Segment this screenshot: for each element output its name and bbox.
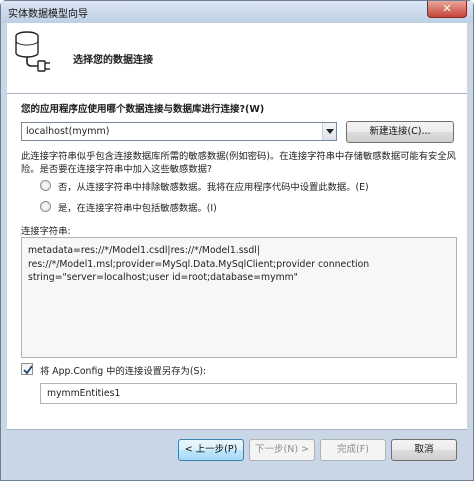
close-icon: ✕ [442, 2, 452, 15]
next-button[interactable]: 下一步(N) > [249, 439, 315, 461]
connection-string-text: metadata=res://*/Model1.csdl|res://*/Mod… [28, 244, 450, 285]
radio-exclude-label: 否，从连接字符串中排除敏感数据。我将在应用程序代码中设置此数据。(E) [58, 182, 369, 193]
cancel-button[interactable]: 取消 [391, 439, 457, 461]
connection-string-label: 连接字符串: [21, 226, 71, 237]
database-plug-icon [13, 29, 53, 73]
wizard-header: 选择您的数据连接 [7, 23, 467, 93]
back-button[interactable]: < 上一步(P) [178, 439, 244, 461]
connection-dropdown-value: localhost(mymm) [26, 126, 110, 137]
title-bar[interactable]: 实体数据模型向导 ✕ [1, 1, 473, 23]
radio-include-label: 是，在连接字符串中包括敏感数据。(I) [58, 203, 217, 214]
checkmark-icon [23, 365, 33, 375]
connection-string-line: string="server=localhost;user id=root;da… [28, 272, 298, 283]
connection-string-line: metadata=res://*/Model1.csdl|res://*/Mod… [28, 245, 261, 256]
connection-string-line: res://*/Model1.msl;provider=MySql.Data.M… [28, 258, 370, 270]
chevron-down-icon [326, 129, 334, 134]
radio-button[interactable] [40, 180, 51, 191]
connection-dropdown[interactable]: localhost(mymm) [21, 122, 337, 141]
connection-string-box[interactable]: metadata=res://*/Model1.csdl|res://*/Mod… [21, 237, 457, 358]
finish-button[interactable]: 完成(F) [320, 439, 386, 461]
footer-divider [7, 429, 467, 430]
connection-question: 您的应用程序应使用哪个数据连接与数据库进行连接?(W) [21, 104, 265, 115]
dropdown-toggle[interactable] [322, 123, 336, 140]
close-button[interactable]: ✕ [427, 1, 467, 18]
wizard-content: 您的应用程序应使用哪个数据连接与数据库进行连接?(W) localhost(my… [7, 94, 467, 429]
save-setting-checkbox[interactable] [21, 363, 33, 375]
radio-button[interactable] [40, 201, 51, 212]
new-connection-button[interactable]: 新建连接(C)... [346, 121, 454, 143]
sensitive-data-description: 此连接字符串似乎包含连接数据库所需的敏感数据(例如密码)。在连接字符串中存储敏感… [21, 151, 456, 175]
page-title: 选择您的数据连接 [73, 55, 153, 66]
entity-name-value: mymmEntities1 [47, 388, 121, 399]
save-setting-label: 将 App.Config 中的连接设置另存为(S): [40, 366, 207, 377]
window-title: 实体数据模型向导 [8, 9, 88, 20]
wizard-window: 实体数据模型向导 ✕ 选择您的数据连接 您的应用程序应使用哪个数据连接与数据库进… [0, 0, 474, 481]
entity-name-field[interactable]: mymmEntities1 [40, 383, 457, 404]
